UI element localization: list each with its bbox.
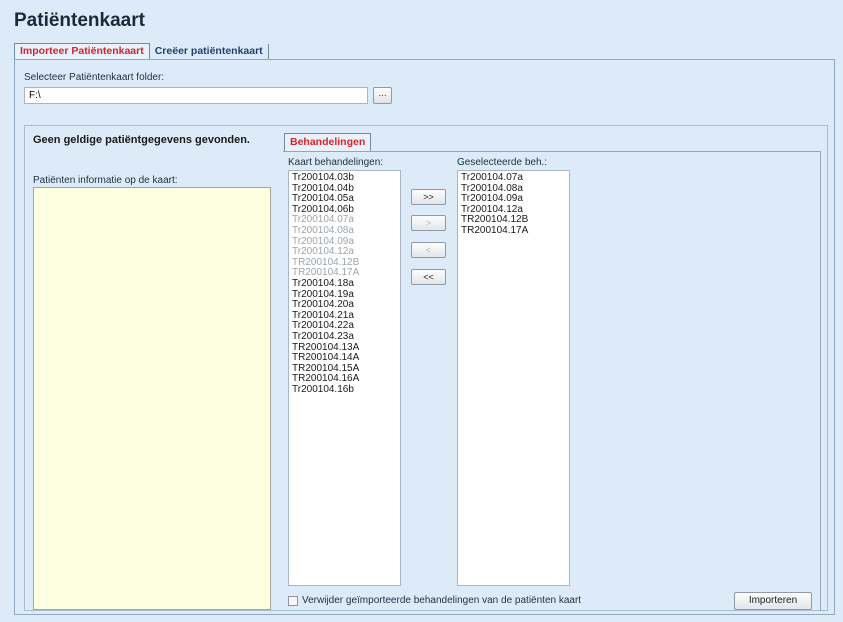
list-item[interactable]: Tr200104.23a: [292, 331, 397, 343]
list-item[interactable]: TR200104.17A: [461, 225, 566, 237]
tab-import-patient-card[interactable]: Importeer Patiëntenkaart: [14, 43, 150, 60]
remove-button[interactable]: <: [411, 242, 446, 258]
list-item[interactable]: Tr200104.03b: [292, 172, 397, 184]
patient-info-label: Patiënten informatie op de kaart:: [33, 175, 178, 186]
add-all-button[interactable]: >>: [411, 189, 446, 205]
browse-folder-button[interactable]: ...: [373, 87, 392, 104]
list-item[interactable]: Tr200104.16b: [292, 384, 397, 396]
delete-imported-checkbox[interactable]: [288, 596, 298, 606]
list-item[interactable]: Tr200104.18a: [292, 278, 397, 290]
folder-path-input[interactable]: [24, 87, 368, 104]
no-data-message: Geen geldige patiëntgegevens gevonden.: [33, 134, 250, 146]
remove-all-button[interactable]: <<: [411, 269, 446, 285]
folder-label: Selecteer Patiëntenkaart folder:: [24, 72, 165, 83]
card-treatments-list[interactable]: Tr200104.03b Tr200104.04b Tr200104.05a Tr20…: [288, 170, 401, 586]
page-title: Patiëntenkaart: [14, 10, 145, 31]
selected-treatments-list[interactable]: Tr200104.07a Tr200104.08a Tr200104.09a Tr20…: [457, 170, 570, 586]
tab-treatments[interactable]: Behandelingen: [284, 133, 372, 151]
add-button[interactable]: >: [411, 215, 446, 231]
card-treatments-label: Kaart behandelingen:: [288, 157, 384, 168]
selected-treatments-label: Geselecteerde beh.:: [457, 157, 548, 168]
tab-create-patient-card[interactable]: Creëer patiëntenkaart: [148, 44, 269, 60]
list-item[interactable]: Tr200104.08a: [292, 225, 397, 237]
main-tab-bar: Importeer Patiëntenkaart Creëer patiënten…: [14, 43, 269, 60]
import-button[interactable]: Importeren: [734, 592, 812, 610]
patient-info-box: [33, 187, 271, 610]
delete-imported-label: Verwijder geïmporteerde behandelingen va…: [302, 595, 582, 606]
list-item[interactable]: Tr200104.07a: [461, 172, 566, 184]
